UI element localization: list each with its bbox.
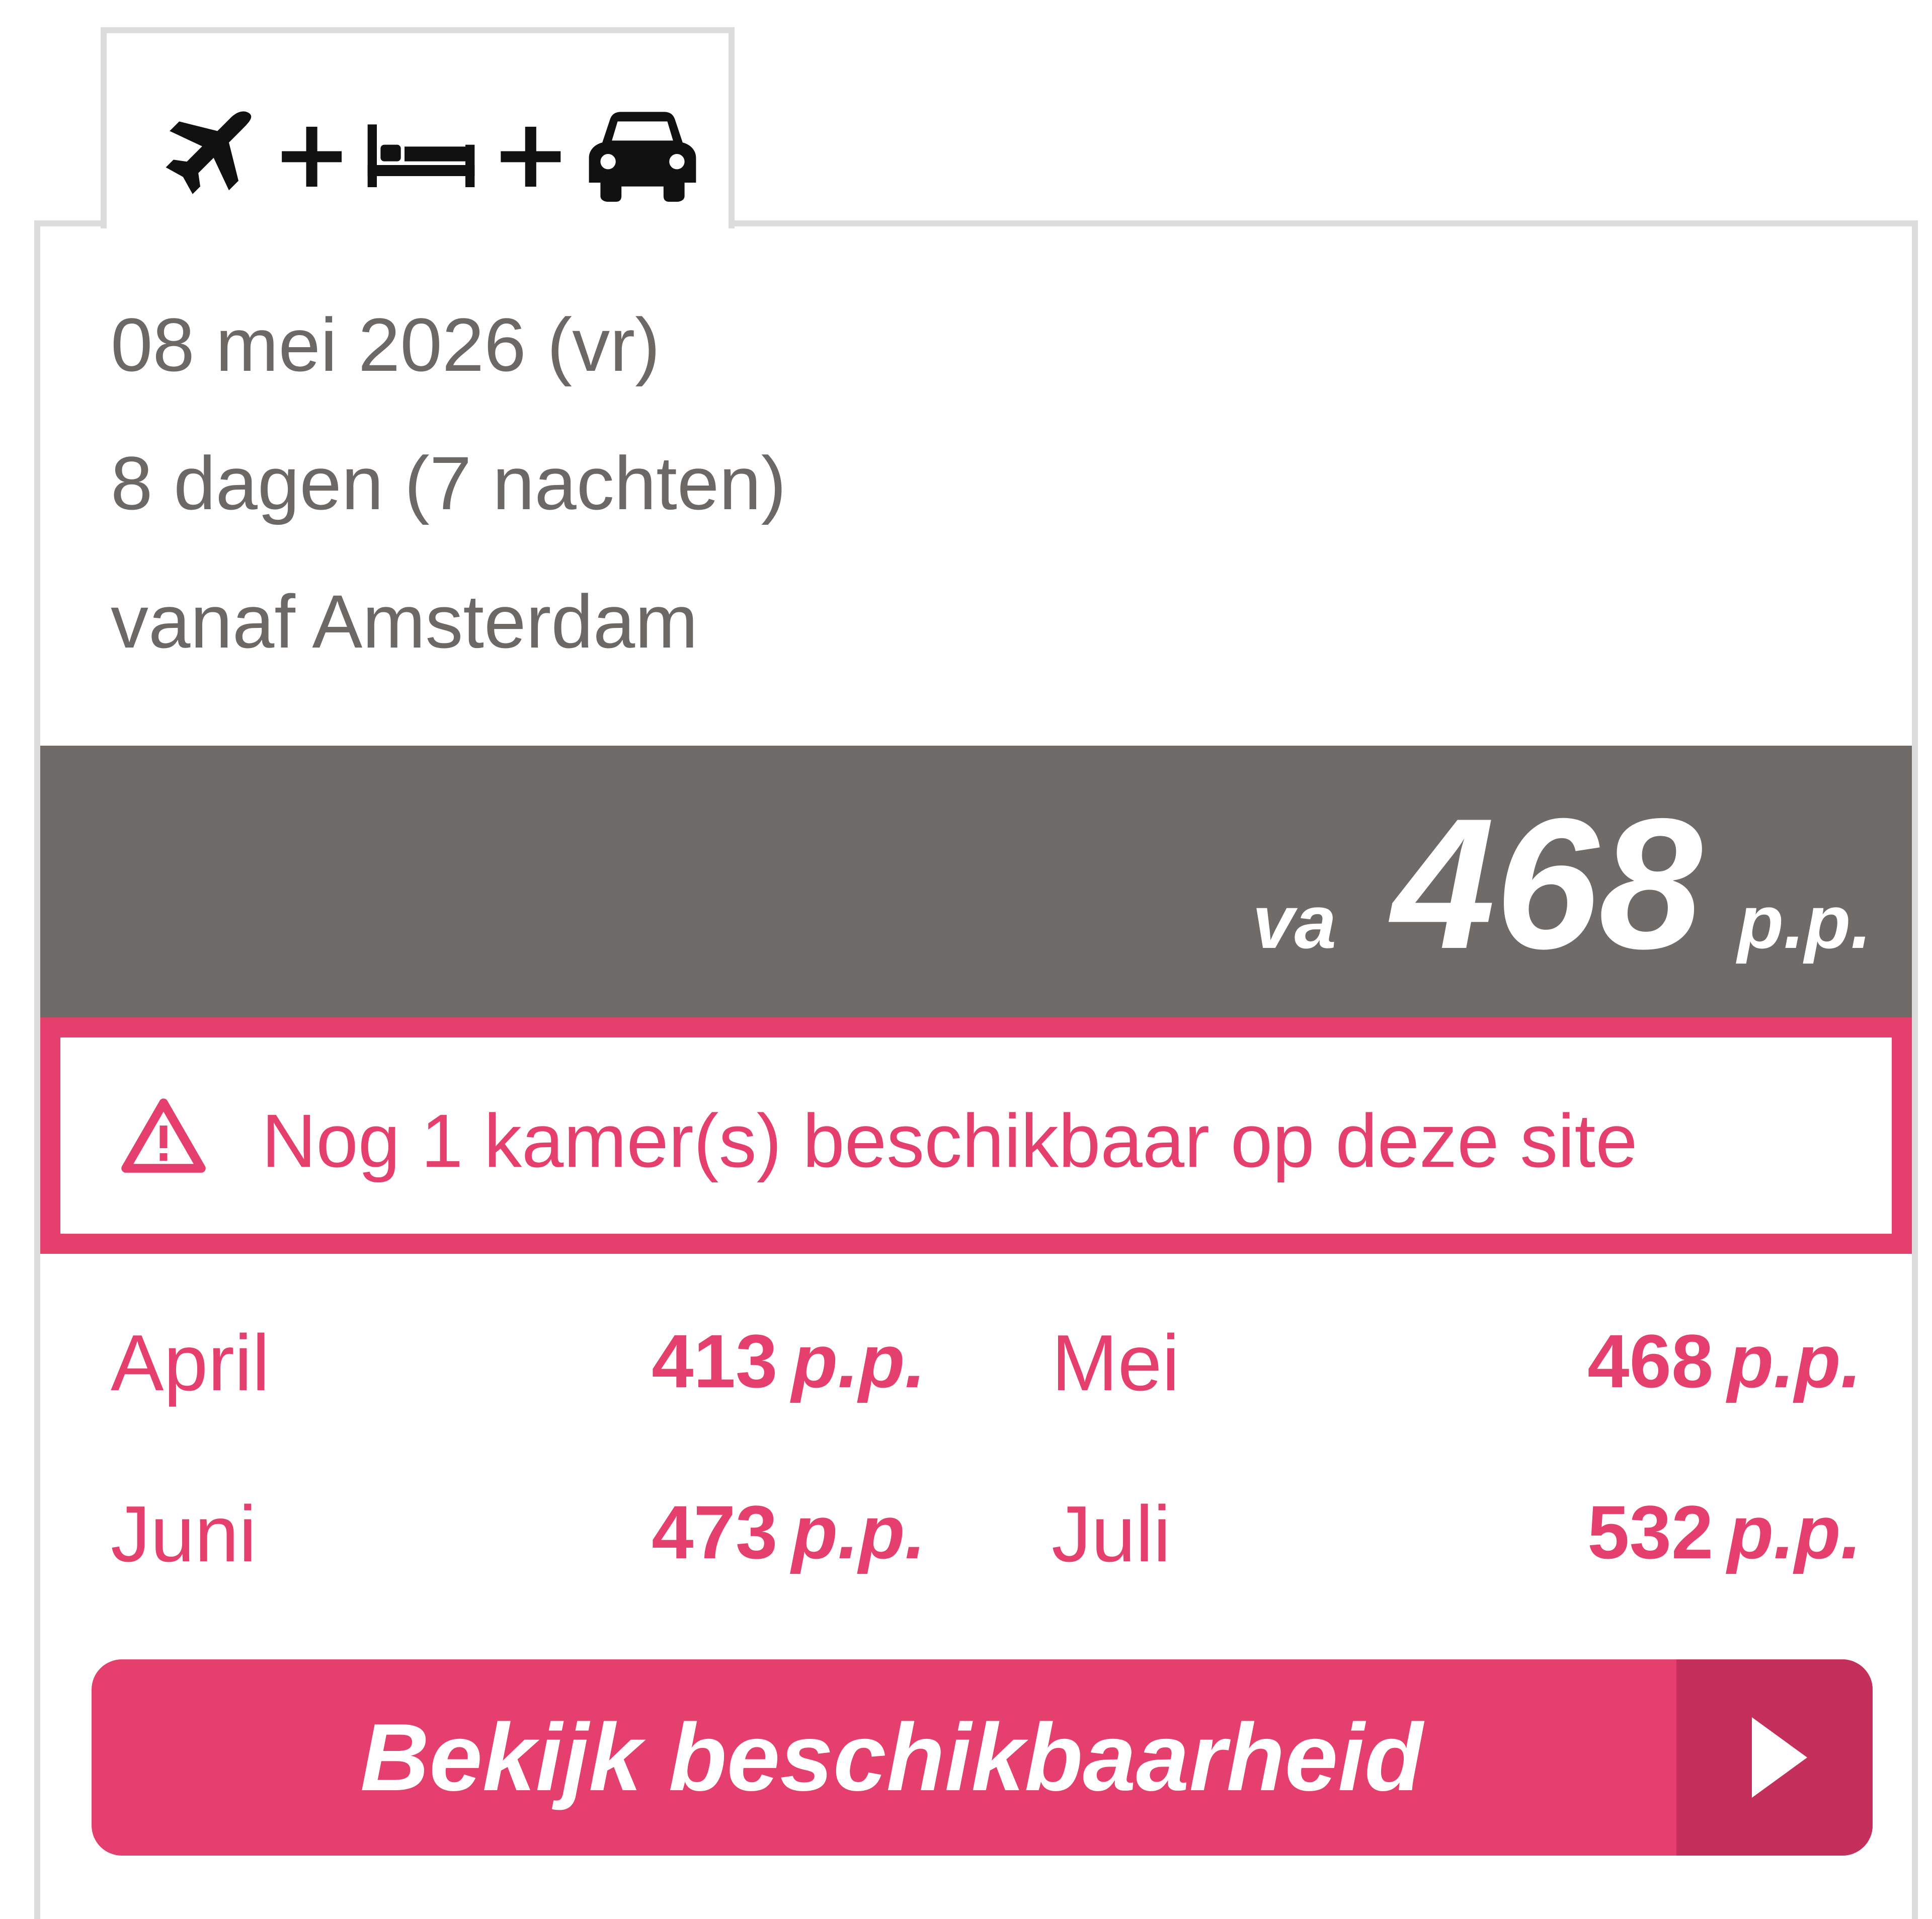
month-price[interactable]: 468 p.p. [1587, 1323, 1862, 1399]
month-name[interactable]: Mei [1052, 1323, 1180, 1403]
car-icon [585, 106, 700, 202]
month-price-value: 473 [652, 1490, 778, 1574]
month-price-row: April 413 p.p. Mei 468 p.p. [40, 1323, 1912, 1424]
month-price-unit: p.p. [1727, 1319, 1862, 1403]
plus-separator: + [491, 98, 571, 209]
trip-duration: 8 dagen (7 nachten) [111, 441, 786, 525]
month-price-value: 468 [1587, 1319, 1714, 1403]
price-amount: 468 [1392, 780, 1703, 988]
month-name[interactable]: Juli [1052, 1494, 1171, 1574]
month-name[interactable]: Juni [111, 1494, 257, 1574]
package-type-icons: + + [162, 94, 700, 214]
package-tab[interactable]: + + [101, 27, 735, 228]
price-prefix: va [1252, 879, 1337, 964]
month-price-unit: p.p. [791, 1490, 926, 1574]
price-display: va 468 p.p. [1252, 791, 1872, 977]
month-price-unit: p.p. [791, 1319, 926, 1403]
month-price[interactable]: 532 p.p. [1587, 1494, 1862, 1570]
month-price-unit: p.p. [1727, 1490, 1862, 1574]
airplane-icon [162, 106, 258, 202]
check-availability-button[interactable]: Bekijk beschikbaarheid [92, 1659, 1873, 1856]
month-price-value: 532 [1587, 1490, 1714, 1574]
warning-triangle-icon [121, 1098, 206, 1176]
availability-warning: Nog 1 kamer(s) beschikbaar op deze site [40, 1017, 1912, 1254]
month-price-value: 413 [652, 1319, 778, 1403]
month-name[interactable]: April [111, 1323, 270, 1403]
departure-date: 08 mei 2026 (vr) [111, 302, 661, 387]
price-bar: va 468 p.p. [40, 746, 1912, 1017]
play-arrow-icon [1676, 1659, 1873, 1856]
price-suffix: p.p. [1737, 879, 1872, 964]
warning-text: Nog 1 kamer(s) beschikbaar op deze site [262, 1098, 1638, 1183]
bed-icon [366, 116, 476, 192]
month-price[interactable]: 413 p.p. [652, 1323, 926, 1399]
offer-card: 08 mei 2026 (vr) 8 dagen (7 nachten) van… [34, 220, 1918, 1919]
month-price[interactable]: 473 p.p. [652, 1494, 926, 1570]
check-availability-label: Bekijk beschikbaarheid [360, 1704, 1423, 1811]
month-price-row: Juni 473 p.p. Juli 532 p.p. [40, 1494, 1912, 1595]
plus-separator: + [272, 98, 352, 209]
departure-origin: vanaf Amsterdam [111, 579, 698, 664]
